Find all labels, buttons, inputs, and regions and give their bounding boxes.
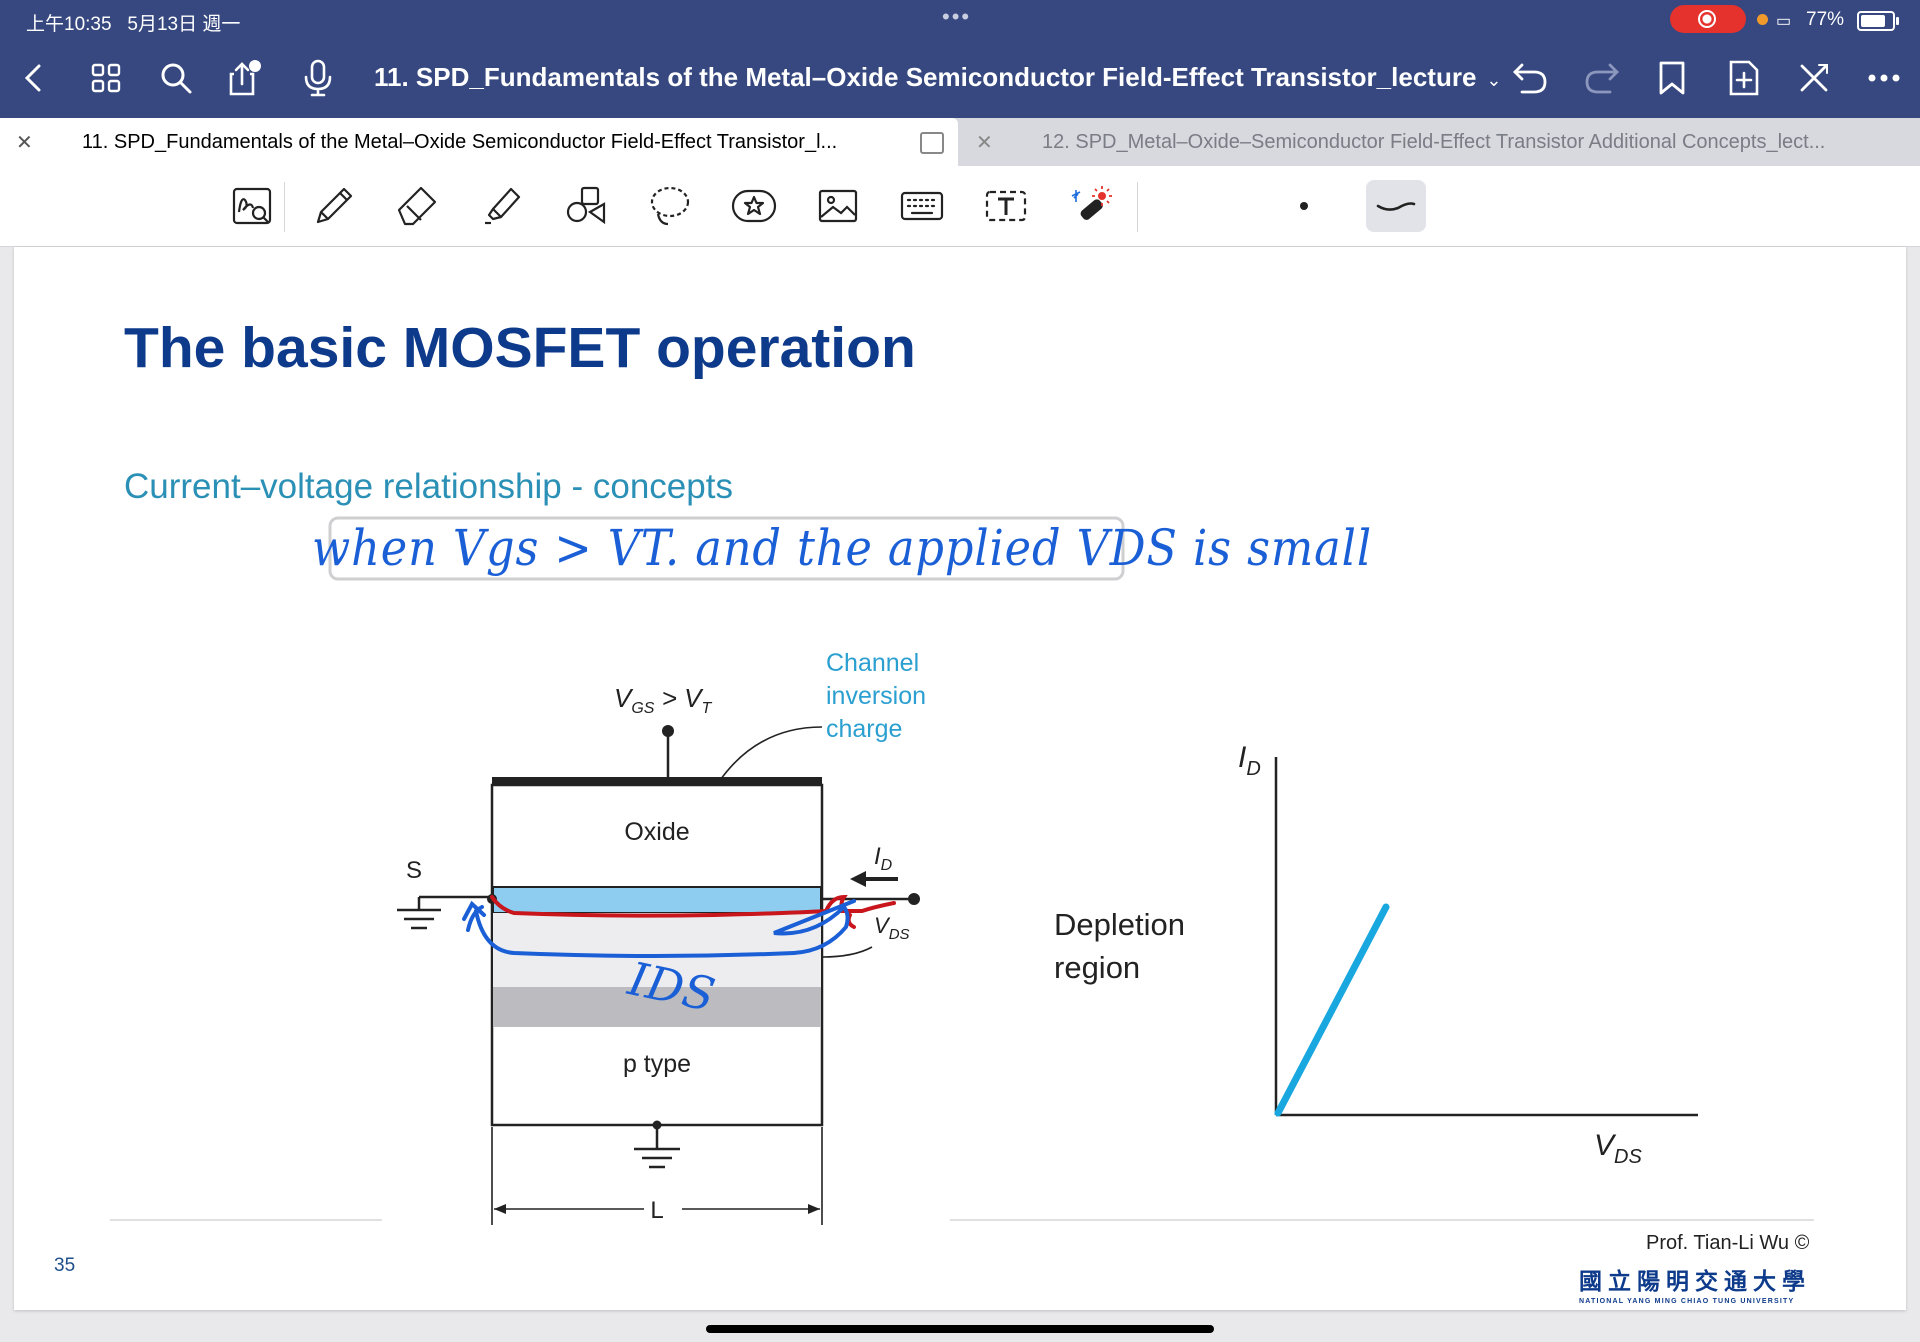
keyboard-icon[interactable] — [896, 180, 948, 232]
eraser-icon[interactable] — [392, 180, 444, 232]
handwriting-note: when Vgs > VT. and the applied VDS is sm… — [312, 519, 1372, 577]
stroke-size-dot-icon[interactable] — [1278, 180, 1330, 232]
region-label-1: Depletion — [1054, 907, 1185, 942]
back-icon[interactable] — [12, 56, 56, 100]
add-page-icon[interactable] — [1722, 56, 1766, 100]
image-icon[interactable] — [812, 180, 864, 232]
laser-pointer-icon[interactable] — [1064, 180, 1116, 232]
document-tab-bar: ✕ 11. SPD_Fundamentals of the Metal–Oxid… — [0, 118, 1920, 166]
document-title[interactable]: 11. SPD_Fundamentals of the Metal–Oxide … — [374, 62, 1502, 93]
university-name-en: NATIONAL YANG MING CHIAO TUNG UNIVERSITY — [1579, 1298, 1795, 1305]
close-tab-icon[interactable]: ✕ — [16, 130, 33, 155]
pencil-icon[interactable] — [308, 180, 360, 232]
redo-icon[interactable] — [1580, 56, 1624, 100]
bookmark-icon[interactable] — [1650, 56, 1694, 100]
id-arrow-icon — [850, 871, 866, 887]
document-navbar: 11. SPD_Fundamentals of the Metal–Oxide … — [0, 40, 1920, 118]
id-label: ID — [874, 843, 893, 874]
thumbnails-grid-icon[interactable] — [84, 56, 128, 100]
slide-page[interactable]: The basic MOSFET operation Current–volta… — [14, 247, 1906, 1310]
plot-id-vds-line — [1274, 903, 1390, 1117]
vds-leader-line — [821, 946, 873, 958]
more-options-icon[interactable] — [1862, 56, 1906, 100]
battery-icon — [1857, 11, 1899, 31]
channel-label-1: Channel — [826, 649, 919, 677]
search-icon[interactable] — [154, 56, 198, 100]
vds-label: VDS — [874, 913, 910, 943]
length-label: L — [650, 1197, 663, 1224]
share-icon[interactable] — [222, 56, 266, 100]
document-canvas[interactable]: The basic MOSFET operation Current–volta… — [0, 247, 1920, 1342]
status-time: 上午10:35 5月13日 週一 — [26, 14, 241, 35]
highlighter-icon[interactable] — [476, 180, 528, 232]
drain-terminal-dot — [908, 893, 920, 905]
source-label: S — [406, 857, 422, 884]
zoom-pen-icon[interactable] — [226, 180, 278, 232]
inversion-channel — [492, 886, 822, 914]
battery-percent: 77% — [1806, 9, 1845, 30]
stroke-style-curve-icon[interactable] — [1366, 180, 1426, 232]
channel-label-3: charge — [826, 715, 902, 743]
page-number: 35 — [54, 1255, 76, 1276]
multitask-dots[interactable]: ••• — [942, 4, 971, 30]
oxide-label: Oxide — [624, 818, 689, 846]
status-bar: 上午10:35 5月13日 週一 ••• ▭ 77% — [0, 0, 1920, 40]
microphone-icon[interactable] — [296, 56, 340, 100]
plot-ylabel: ID — [1238, 741, 1261, 780]
tab-label[interactable]: 11. SPD_Fundamentals of the Metal–Oxide … — [82, 131, 837, 154]
mic-in-use-dot — [1757, 14, 1768, 25]
vgs-label: VGS > VT — [614, 683, 712, 717]
lasso-icon[interactable] — [644, 180, 696, 232]
tab-lecture-11[interactable]: ✕ 11. SPD_Fundamentals of the Metal–Oxid… — [0, 118, 958, 166]
mosfet-diagram: when Vgs > VT. and the applied VDS is sm… — [110, 516, 1814, 1225]
screen-record-indicator[interactable] — [1670, 5, 1746, 33]
close-pencil-tools-icon[interactable] — [1792, 56, 1836, 100]
textbox-icon[interactable] — [980, 180, 1032, 232]
screen-mirror-icon: ▭ — [1776, 13, 1792, 30]
title-chevron-icon[interactable]: ⌄ — [1486, 70, 1501, 90]
university-logo: 國立陽明交通大學 NATIONAL YANG MING CHIAO TUNG U… — [1579, 1262, 1811, 1305]
split-view-icon[interactable] — [920, 132, 944, 154]
home-indicator[interactable] — [706, 1325, 1214, 1333]
p-type-label: p type — [623, 1050, 691, 1078]
slide-credit: Prof. Tian-Li Wu © — [1646, 1232, 1810, 1254]
tab-label[interactable]: 12. SPD_Metal–Oxide–Semiconductor Field-… — [1042, 131, 1825, 154]
sticker-icon[interactable] — [728, 180, 780, 232]
close-tab-icon[interactable]: ✕ — [976, 130, 993, 155]
undo-icon[interactable] — [1508, 56, 1552, 100]
tab-lecture-12[interactable]: ✕ 12. SPD_Metal–Oxide–Semiconductor Fiel… — [962, 118, 1920, 166]
region-label-2: region — [1054, 950, 1140, 985]
university-name-zh: 國立陽明交通大學 — [1579, 1269, 1811, 1295]
shapes-icon[interactable] — [560, 180, 612, 232]
plot-xlabel: VDS — [1594, 1129, 1642, 1168]
channel-label-2: inversion — [826, 682, 926, 710]
annotation-toolbar — [0, 166, 1920, 247]
